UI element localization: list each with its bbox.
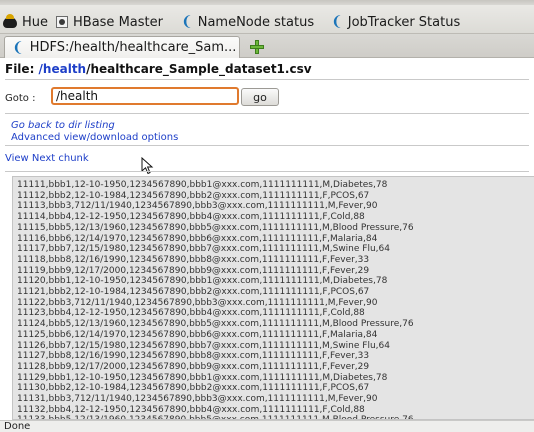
data-line: 11114,bbb4,12-12-1950,1234567890,bbb4@xx… [17, 212, 365, 223]
advanced-view-link[interactable]: Advanced view/download options [11, 132, 178, 143]
tab-label: HDFS:/health/healthcare_Sam... [29, 40, 237, 55]
data-line: 11122,bbb3,712/11/1940,1234567890,bbb3@x… [17, 297, 378, 308]
bookmark-hbase-master[interactable]: HBase Master [56, 12, 163, 32]
leaf-icon: ❨ [181, 14, 193, 30]
divider [5, 145, 529, 146]
divider [5, 171, 529, 172]
data-line: 11115,bbb5,12/13/1960,1234567890,bbb5@xx… [17, 222, 414, 233]
bookmark-namenode-status[interactable]: ❨ NameNode status [181, 12, 314, 32]
hbase-icon [56, 16, 68, 28]
go-button[interactable]: go [241, 88, 279, 106]
goto-label: Goto : [5, 93, 36, 104]
bookmark-label: HBase Master [73, 14, 163, 30]
bookmark-label: JobTracker Status [347, 14, 461, 30]
data-line: 11119,bbb9,12/17/2000,1234567890,bbb9@xx… [17, 265, 370, 276]
bookmark-label: Hue [22, 14, 49, 30]
data-line: 11126,bbb7,12/15/1980,1234567890,bbb7@xx… [17, 340, 390, 351]
hue-icon [3, 13, 17, 28]
mouse-cursor-icon [141, 157, 154, 175]
data-line: 11112,bbb2,12-10-1984,1234567890,bbb2@xx… [17, 190, 370, 201]
view-next-chunk-link[interactable]: View Next chunk [5, 153, 89, 164]
back-to-dir-link[interactable]: Go back to dir listing [11, 120, 115, 131]
bookmark-label: NameNode status [197, 14, 315, 30]
data-line: 11113,bbb3,712/11/1940,1234567890,bbb3@x… [17, 201, 378, 212]
file-contents: 11111,bbb1,12-10-1950,1234567890,bbb1@xx… [12, 176, 534, 420]
data-line: 11129,bbb1,12-10-1950,1234567890,bbb1@xx… [17, 372, 388, 383]
page-title: File: /health/healthcare_Sample_dataset1… [5, 62, 312, 76]
bookmarks-toolbar: Hue HBase Master ❨ NameNode status ❨ Job… [0, 0, 534, 34]
status-text: Done [4, 421, 31, 432]
bookmark-jobtracker-status[interactable]: ❨ JobTracker Status [331, 12, 460, 32]
divider [5, 113, 529, 114]
data-line: 11127,bbb8,12/16/1990,1234567890,bbb8@xx… [17, 351, 370, 362]
data-line: 11128,bbb9,12/17/2000,1234567890,bbb9@xx… [17, 361, 370, 372]
dir-link[interactable]: /health [39, 62, 87, 76]
data-line: 11117,bbb7,12/15/1980,1234567890,bbb7@xx… [17, 244, 390, 255]
data-line: 11130,bbb2,12-10-1984,1234567890,bbb2@xx… [17, 383, 370, 394]
file-name: /healthcare_Sample_dataset1.csv [86, 62, 312, 76]
data-line: 11121,bbb2,12-10-1984,1234567890,bbb2@xx… [17, 287, 370, 298]
new-tab-button[interactable] [248, 38, 266, 56]
data-line: 11120,bbb1,12-10-1950,1234567890,bbb1@xx… [17, 276, 388, 287]
plus-icon [250, 40, 264, 54]
data-line: 11116,bbb6,12/14/1970,1234567890,bbb6@xx… [17, 233, 378, 244]
data-line: 11118,bbb8,12/16/1990,1234567890,bbb8@xx… [17, 254, 370, 265]
data-line: 11125,bbb6,12/14/1970,1234567890,bbb6@xx… [17, 329, 378, 340]
tab-bar: ❨ HDFS:/health/healthcare_Sam... [0, 34, 534, 58]
data-line: 11123,bbb4,12-12-1950,1234567890,bbb4@xx… [17, 308, 365, 319]
data-line: 11132,bbb4,12-12-1950,1234567890,bbb4@xx… [17, 404, 365, 415]
leaf-icon: ❨ [12, 39, 24, 56]
toolbar-top-strip [0, 0, 534, 5]
data-line: 11131,bbb3,712/11/1940,1234567890,bbb3@x… [17, 394, 378, 405]
file-prefix: File: [5, 62, 39, 76]
tab-hdfs-file[interactable]: ❨ HDFS:/health/healthcare_Sam... [4, 36, 240, 58]
leaf-icon: ❨ [331, 14, 343, 30]
status-bar: Done [0, 420, 534, 432]
bookmark-hue[interactable]: Hue [3, 12, 48, 32]
data-line: 11124,bbb5,12/13/1960,1234567890,bbb5@xx… [17, 319, 414, 330]
goto-input[interactable] [51, 87, 239, 105]
divider [5, 79, 529, 80]
data-line: 11111,bbb1,12-10-1950,1234567890,bbb1@xx… [17, 180, 388, 190]
